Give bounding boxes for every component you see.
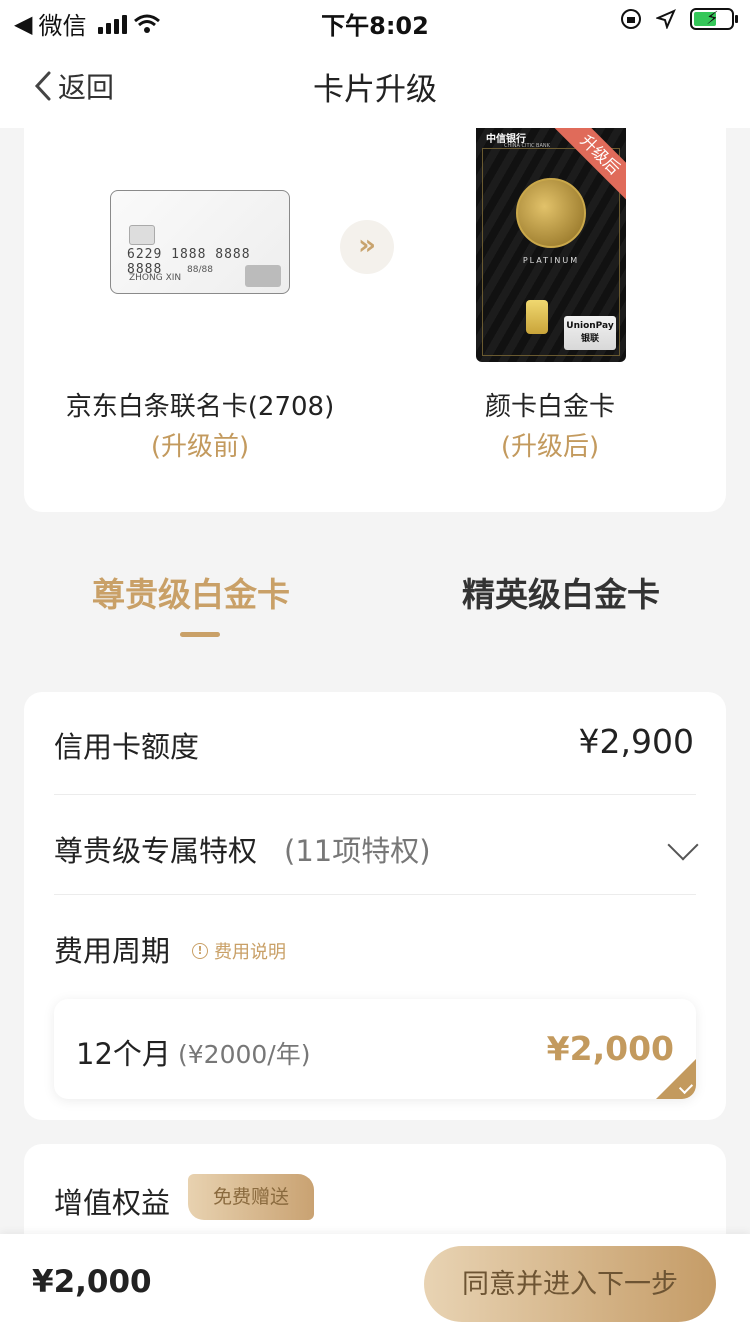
orientation-lock-icon	[621, 9, 641, 29]
new-card-tag: (升级后)	[500, 432, 600, 462]
agree-next-button[interactable]: 同意并进入下一步	[424, 1246, 716, 1322]
info-icon: !	[192, 943, 208, 959]
double-chevron-right-icon: »	[340, 220, 394, 274]
battery-icon: ⚡	[690, 8, 738, 30]
fee-period-label: 费用周期	[54, 934, 171, 968]
selected-corner	[656, 1059, 696, 1099]
fee-option-term: 12个月	[76, 1037, 171, 1071]
new-card-name: 颜卡白金卡	[484, 392, 615, 422]
privilege-label: 尊贵级专属特权	[54, 834, 258, 868]
benefits-title: 增值权益	[54, 1186, 171, 1220]
king-emblem-icon	[516, 178, 586, 248]
credit-limit-label: 信用卡额度	[54, 730, 200, 764]
fee-option-12-months[interactable]: 12个月 (¥2000/年) ¥2,000	[54, 999, 696, 1099]
tab-premium-platinum[interactable]: 尊贵级白金卡	[92, 568, 290, 616]
fee-option-per-year: (¥2000/年)	[178, 1040, 311, 1069]
credit-limit-value: ¥2,900	[578, 722, 694, 761]
old-card-name: 京东白条联名卡(2708)	[65, 392, 335, 422]
status-bar: ◀ 微信 下午8:02 ⚡	[0, 0, 750, 42]
old-card-expiry: 88/88	[187, 265, 213, 275]
tab-elite-platinum[interactable]: 精英级白金卡	[462, 568, 660, 616]
old-card-image: 6229 1888 8888 8888 88/88 ZHONG XIN	[110, 190, 290, 294]
divider	[54, 794, 696, 795]
status-right: ⚡	[620, 8, 738, 30]
unionpay-logo: UnionPay 银联	[564, 316, 616, 350]
free-gift-badge: 免费赠送	[188, 1174, 314, 1220]
card-chip	[129, 225, 155, 245]
fee-help-label: 费用说明	[214, 942, 286, 963]
location-icon	[656, 9, 676, 29]
old-card-tag: (升级前)	[150, 432, 250, 462]
upgrade-comparison-panel: 6229 1888 8888 8888 88/88 ZHONG XIN » 中信…	[24, 128, 726, 512]
old-card-holder: ZHONG XIN	[129, 273, 182, 283]
bottom-bar: ¥2,000 同意并进入下一步	[0, 1234, 750, 1334]
unionpay-logo	[245, 265, 281, 287]
page-title: 卡片升级	[313, 72, 437, 108]
fee-option-price: ¥2,000	[546, 1029, 674, 1068]
card-chip	[526, 300, 548, 334]
fee-help-link[interactable]: ! 费用说明	[192, 938, 286, 964]
total-price: ¥2,000	[32, 1264, 152, 1300]
privilege-count: (11项特权)	[284, 834, 431, 868]
divider	[54, 894, 696, 895]
new-card-tier: PLATINUM	[522, 256, 580, 265]
chevron-down-icon[interactable]	[667, 829, 699, 861]
new-card-bank-en: CHINA CITIC BANK	[504, 143, 550, 149]
new-card-image: 中信银行 CHINA CITIC BANK 升级后 PLATINUM Union…	[476, 128, 626, 362]
active-tab-indicator	[180, 632, 220, 637]
card-details-panel: 信用卡额度 ¥2,900 尊贵级专属特权 (11项特权) 费用周期 ! 费用说明…	[24, 692, 726, 1120]
nav-bar: 返回 卡片升级	[0, 42, 750, 128]
